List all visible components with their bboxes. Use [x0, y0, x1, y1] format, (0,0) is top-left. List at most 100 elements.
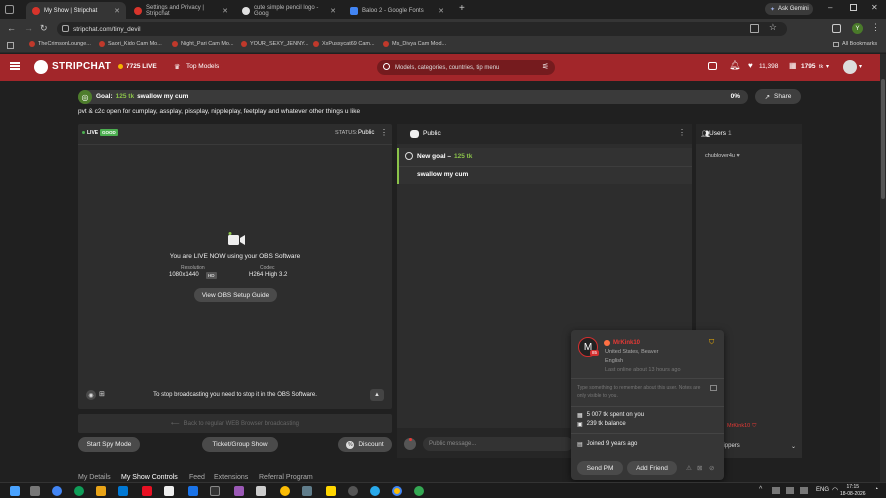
smiley-icon[interactable] — [404, 438, 416, 450]
chrome-icon[interactable] — [280, 486, 290, 496]
forward-arrow-icon[interactable]: → — [24, 23, 33, 33]
maximize-icon[interactable] — [850, 4, 857, 11]
app-icon[interactable] — [52, 486, 62, 496]
notification-icon[interactable]: ◔ — [874, 486, 878, 493]
clock[interactable]: 17:15 18-08-2026 — [840, 484, 866, 498]
tray-chevron-icon[interactable]: ^ — [759, 486, 762, 493]
chat-menu-icon[interactable]: ⋮ — [678, 128, 686, 137]
bookmark-item[interactable]: TheCrimsonLounge... — [29, 41, 91, 47]
top-tipper-line[interactable]: MrKink10 ⛉ — [727, 423, 756, 430]
chevron-down-icon[interactable]: ▾ — [826, 63, 829, 70]
wifi-icon[interactable]: ◠ — [832, 486, 838, 494]
all-bookmarks-button[interactable]: All Bookmarks — [833, 41, 877, 47]
app-icon[interactable] — [188, 486, 198, 496]
app-icon[interactable] — [256, 486, 266, 496]
ticket-group-show-button[interactable]: Ticket/Group Show — [202, 437, 278, 452]
popup-username[interactable]: MrKink10 — [613, 340, 640, 346]
bookmark-item[interactable]: XxPussycat69 Cam... — [313, 41, 375, 47]
tray-app-icon[interactable] — [800, 487, 808, 494]
user-avatar[interactable] — [843, 60, 857, 74]
block-icon[interactable]: ⊘ — [709, 464, 714, 472]
chat-message-input[interactable]: Public message... — [423, 437, 573, 451]
add-friend-button[interactable]: Add Friend — [627, 461, 677, 475]
back-to-browser-broadcast-button[interactable]: ⟵ Back to regular WEB Browser broadcasti… — [78, 414, 392, 433]
tippers-dropdown[interactable]: Tippers ⌄ — [720, 440, 796, 452]
tab-referral-program[interactable]: Referral Program — [259, 474, 313, 481]
tray-app-icon[interactable] — [772, 487, 780, 494]
app-icon[interactable] — [348, 486, 358, 496]
chrome-icon[interactable] — [392, 486, 402, 496]
mute-icon[interactable]: ⊠ — [697, 464, 702, 472]
address-bar[interactable]: stripchat.com/tiny_devil ☆ — [57, 22, 787, 36]
app-icon[interactable] — [326, 486, 336, 496]
ask-gemini-button[interactable]: ✦ Ask Gemini — [765, 3, 813, 15]
extensions-icon[interactable] — [832, 24, 841, 33]
tab-my-details[interactable]: My Details — [78, 474, 111, 481]
messages-icon[interactable] — [708, 62, 717, 70]
app-icon[interactable] — [118, 486, 128, 496]
note-save-icon[interactable] — [710, 385, 717, 391]
language-indicator[interactable]: ENG — [816, 487, 829, 493]
install-app-icon[interactable] — [750, 24, 759, 33]
tip-icon[interactable]: ⚠ — [686, 464, 692, 472]
reload-icon[interactable]: ↻ — [40, 23, 48, 34]
share-button[interactable]: ↗ Share — [755, 89, 801, 104]
browser-tab-4[interactable]: Baloo 2 - Google Fonts ✕ — [344, 2, 450, 19]
minimize-icon[interactable]: – — [828, 3, 832, 12]
video-menu-icon[interactable]: ⋮ — [380, 128, 388, 137]
app-icon[interactable] — [74, 486, 84, 496]
page-scrollbar[interactable] — [880, 54, 886, 484]
close-icon[interactable]: ✕ — [222, 7, 228, 15]
tab-extensions[interactable]: Extensions — [214, 474, 248, 481]
app-icon[interactable] — [302, 486, 312, 496]
likes-count[interactable]: 11,398 — [759, 63, 778, 70]
hamburger-menu-icon[interactable] — [10, 62, 20, 70]
status-value[interactable]: Public — [358, 130, 374, 136]
site-logo-text[interactable]: STRIPCHAT — [52, 61, 111, 72]
tab-search-icon[interactable] — [5, 5, 14, 14]
tab-feed[interactable]: Feed — [189, 474, 205, 481]
top-models-link[interactable]: Top Models — [186, 63, 219, 70]
task-view-icon[interactable] — [30, 486, 40, 496]
browser-tab-1[interactable]: My Show | Stripchat ✕ — [26, 2, 126, 19]
shield-icon[interactable]: ⛉ — [709, 339, 714, 347]
chrome-menu-icon[interactable]: ⋮ — [871, 22, 880, 33]
bookmark-item[interactable]: YOUR_SEXY_JENNY... — [241, 41, 309, 47]
file-explorer-icon[interactable] — [96, 486, 106, 496]
terminal-icon[interactable] — [210, 486, 220, 496]
browser-tab-2[interactable]: Settings and Privacy | Stripchat ✕ — [128, 2, 234, 19]
spy-mode-button[interactable]: Start Spy Mode — [78, 437, 140, 452]
chat-tab-public[interactable]: Public — [423, 130, 441, 137]
telegram-icon[interactable] — [370, 486, 380, 496]
user-list-item[interactable]: chublover4u ♥ — [705, 153, 740, 159]
apps-grid-icon[interactable] — [7, 42, 14, 49]
settings-icon[interactable]: ▲ — [370, 389, 384, 401]
browser-tab-3[interactable]: cute simple pencil logo - Goog ✕ — [236, 2, 342, 19]
site-info-icon[interactable] — [62, 25, 69, 32]
close-icon[interactable]: ✕ — [114, 7, 120, 15]
bookmark-item[interactable]: Saori_Kido Cam Mo... — [99, 41, 162, 47]
obs-setup-guide-button[interactable]: View OBS Setup Guide — [194, 288, 277, 302]
tab-my-show-controls[interactable]: My Show Controls — [121, 474, 178, 481]
live-count[interactable]: 7725 LIVE — [126, 63, 157, 70]
app-icon[interactable] — [164, 486, 174, 496]
token-balance[interactable]: 1795 — [801, 63, 815, 70]
app-icon[interactable] — [234, 486, 244, 496]
stripchat-logo-icon[interactable] — [34, 60, 48, 74]
filter-icon[interactable]: ⚟ — [542, 62, 549, 71]
close-icon[interactable]: ✕ — [330, 7, 336, 15]
tray-app-icon[interactable] — [786, 487, 794, 494]
notifications-bell-icon[interactable]: 🔔︎ — [729, 60, 740, 71]
discount-button[interactable]: % Discount — [338, 437, 392, 452]
bookmark-item[interactable]: Ms_Divya Cam Mod... — [383, 41, 446, 47]
windows-start-icon[interactable] — [10, 486, 20, 496]
profile-avatar[interactable]: Y — [852, 23, 863, 34]
search-input[interactable]: Models, categories, countries, tip menu … — [377, 60, 555, 75]
user-note-input[interactable]: Type something to remember about this us… — [577, 384, 705, 400]
app-icon[interactable] — [142, 486, 152, 496]
bookmark-item[interactable]: Night_Pari Cam Mo... — [172, 41, 234, 47]
close-icon[interactable]: ✕ — [438, 7, 444, 15]
new-tab-plus-icon[interactable]: + — [459, 3, 465, 14]
chevron-down-icon[interactable]: ▾ — [859, 63, 862, 70]
bookmark-star-icon[interactable]: ☆ — [769, 22, 777, 33]
